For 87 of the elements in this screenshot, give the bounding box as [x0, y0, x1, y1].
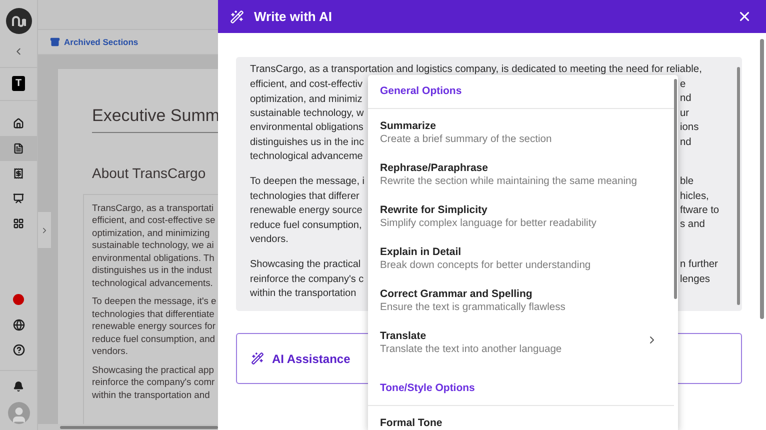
paragraph-line: within the transportation and: [92, 388, 211, 401]
menu-item-label: Formal Tone: [380, 416, 444, 430]
horizontal-scrollbar[interactable]: [60, 426, 218, 428]
menu-item-description: Ensure the text is grammatically flawless: [380, 300, 566, 315]
receipt-icon: [13, 168, 24, 179]
archived-sections-link[interactable]: Archived Sections: [64, 36, 138, 48]
close-icon[interactable]: [737, 9, 752, 24]
grid-icon: [13, 218, 24, 229]
paragraph-line: nd: [680, 92, 692, 106]
menu-item[interactable]: Summarize Create a brief summary of the section: [368, 108, 674, 151]
menu-item-label: Summarize: [380, 118, 438, 133]
paragraph-line: reduce fuel consumption, and: [92, 332, 216, 345]
document-icon: [13, 143, 24, 154]
paragraph-line: e: [680, 78, 686, 92]
globe-icon[interactable]: [12, 319, 24, 331]
workspace-badge[interactable]: T: [12, 76, 25, 91]
ai-assistance-label: AI Assistance: [272, 350, 350, 368]
panel-scrollbar[interactable]: [737, 67, 740, 305]
menu-item-label: Correct Grammar and Spelling: [380, 286, 534, 301]
paragraph-line: renewable energy source: [250, 204, 364, 218]
menu-item-description: Translate the text into another language: [380, 342, 563, 357]
chevron-right-icon: [40, 226, 49, 234]
menu-item-label: Explain in Detail: [380, 244, 462, 259]
menu-section-title: Tone/Style Options: [368, 360, 674, 406]
paragraph-line: distinguishes us in the indust: [92, 264, 213, 276]
paragraph-line: TransCargo, as a transportation and logistics company, is dedicated to meeting the need for reliable,: [250, 63, 703, 77]
drawer-scrollbar[interactable]: [760, 39, 764, 319]
paragraph-line: technologies that differentiate: [92, 308, 216, 320]
menu-item-label: Rewrite for Simplicity: [380, 202, 488, 217]
home-icon: [13, 118, 24, 129]
menu-item-label: Translate: [380, 328, 428, 343]
magic-wand-icon: [230, 10, 244, 24]
menu-item-description: Rewrite the section while maintaining the same meaning: [380, 174, 638, 189]
paragraph-line: nd: [680, 136, 692, 150]
paragraph-line: To deepen the message, i: [250, 175, 364, 190]
magic-wand-icon: [251, 352, 264, 365]
paragraph-line: optimization, and minimiz: [250, 92, 364, 106]
paragraph-line: To deepen the message, it's e: [92, 295, 218, 308]
menu-item-label: Rephrase/Paraphrase: [380, 160, 489, 175]
paragraph-line: reinforce the company's comr: [92, 376, 216, 388]
paragraph-line: ions: [680, 121, 699, 136]
paragraph-line: vendors.: [92, 345, 129, 358]
paragraph-line: reduce fuel consumption,: [250, 218, 363, 233]
paragraph-line: within the transportation: [250, 287, 358, 302]
paragraph-line: n further: [680, 258, 718, 272]
menu-item-description: Create a brief summary of the section: [380, 132, 553, 147]
paragraph-line: ur: [680, 106, 690, 121]
paragraph-line: distinguishes us in the inc: [250, 136, 364, 150]
paragraph-line: sustainable technology, w: [250, 106, 364, 121]
paragraph-line: optimization, and minimizing: [92, 226, 211, 239]
drawer-title: Write with AI: [254, 8, 332, 26]
menu-scrollbar[interactable]: [674, 79, 677, 299]
help-icon[interactable]: [12, 344, 24, 356]
paragraph-line: ftware to: [680, 204, 720, 218]
nav-item[interactable]: [0, 136, 37, 161]
paragraph-line: Showcasing the practical app: [92, 364, 215, 376]
menu-item[interactable]: Explain in Detail Break down concepts for better understanding: [368, 234, 674, 277]
notification-icon[interactable]: [13, 381, 24, 392]
paragraph-line: s and: [680, 218, 705, 232]
paragraph-line: sustainable technology, we ai: [92, 239, 215, 252]
paragraph-line: Showcasing the practical: [250, 258, 362, 272]
paragraph-line: technologies that differer: [250, 190, 360, 204]
menu-item[interactable]: Formal Tone: [368, 406, 674, 430]
paragraph-line: hicles,: [680, 190, 709, 204]
paragraph-line: TransCargo, as a transportati: [92, 202, 215, 214]
paragraph-line: reinforce the company's c: [250, 272, 364, 287]
menu-section-title: General Options: [368, 75, 674, 109]
menu-item[interactable]: Translate Translate the text into another language: [368, 318, 674, 361]
section-heading: About TransCargo: [92, 164, 207, 183]
paragraph-line: renewable energy sources for: [92, 320, 217, 332]
paragraph-line: efficient, and cost-effective se: [92, 214, 216, 226]
paragraph-line: technological advancements.: [92, 276, 214, 289]
menu-item[interactable]: Rewrite for Simplicity Simplify complex language for better readability: [368, 192, 674, 235]
easel-icon: [13, 193, 24, 204]
menu-item[interactable]: Correct Grammar and Spelling Ensure the text is grammatically flawless: [368, 276, 674, 319]
menu-item-description: Simplify complex language for better readability: [380, 216, 598, 231]
menu-item[interactable]: Rephrase/Paraphrase Rewrite the section while maintaining the same meaning: [368, 150, 674, 193]
archive-icon: [50, 37, 60, 47]
paragraph-line: efficient, and cost-effectiv: [250, 78, 364, 92]
paragraph-line: environmental obligations: [250, 121, 364, 136]
paragraph-line: environmental obligations. Th: [92, 252, 216, 264]
paragraph-line: vendors.: [250, 233, 290, 248]
paragraph-line: ble: [680, 175, 694, 190]
paragraph-line: technological advanceme: [250, 150, 364, 164]
paragraph-line: lenges: [680, 272, 710, 287]
logo-icon[interactable]: [6, 8, 32, 34]
menu-item-description: Break down concepts for better understanding: [380, 258, 592, 273]
